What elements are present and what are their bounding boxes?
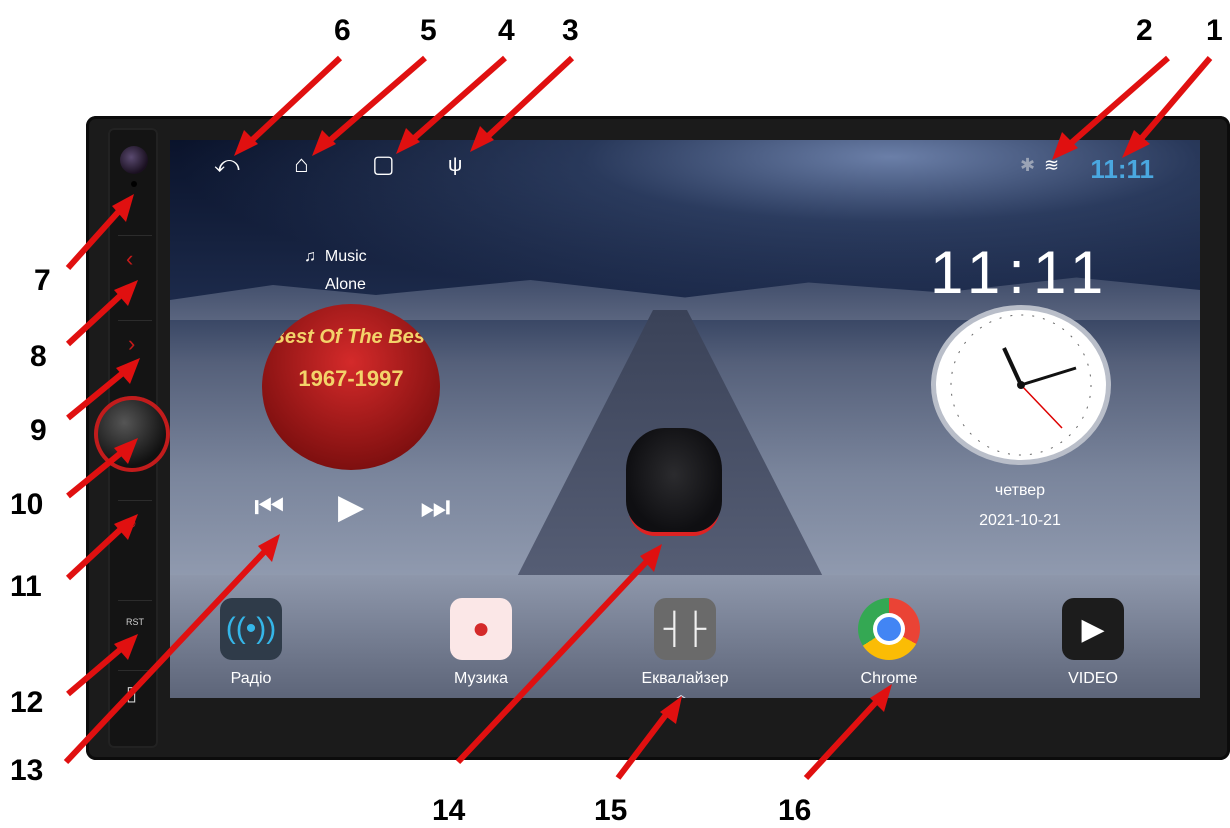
callout-1: 1 (1206, 14, 1223, 47)
arrow-9 (66, 369, 126, 421)
callout-13: 13 (10, 754, 44, 787)
callout-3: 3 (562, 14, 579, 47)
callout-6: 6 (334, 14, 351, 47)
arrowhead-5 (312, 130, 336, 156)
callout-12: 12 (10, 686, 44, 719)
arrowhead-10 (114, 438, 138, 464)
arrow-3 (483, 55, 575, 141)
arrow-13 (63, 547, 269, 765)
callout-10: 10 (10, 488, 44, 521)
callout-16: 16 (778, 794, 812, 827)
arrow-6 (247, 55, 343, 145)
callout-4: 4 (498, 14, 515, 47)
arrow-10 (66, 449, 124, 499)
arrowhead-12 (114, 634, 138, 660)
arrowhead-4 (396, 128, 420, 154)
arrow-15 (615, 710, 671, 780)
arrow-2 (1068, 55, 1170, 147)
arrowhead-9 (116, 358, 140, 384)
callout-11: 11 (10, 570, 42, 603)
callout-5: 5 (420, 14, 437, 47)
callout-2: 2 (1136, 14, 1153, 47)
callout-8: 8 (30, 340, 47, 373)
callout-9: 9 (30, 414, 47, 447)
arrow-16 (803, 697, 881, 781)
arrow-7 (65, 207, 123, 271)
callout-7: 7 (34, 264, 51, 297)
callout-15: 15 (594, 794, 628, 827)
callout-14: 14 (432, 794, 466, 827)
arrow-8 (65, 291, 125, 347)
arrowhead-2 (1052, 132, 1078, 160)
arrow-11 (65, 525, 125, 581)
arrow-4 (410, 55, 507, 143)
arrow-12 (66, 645, 124, 697)
callout-arrows (63, 55, 1213, 781)
arrow-14 (455, 557, 651, 765)
arrow-5 (326, 55, 427, 145)
